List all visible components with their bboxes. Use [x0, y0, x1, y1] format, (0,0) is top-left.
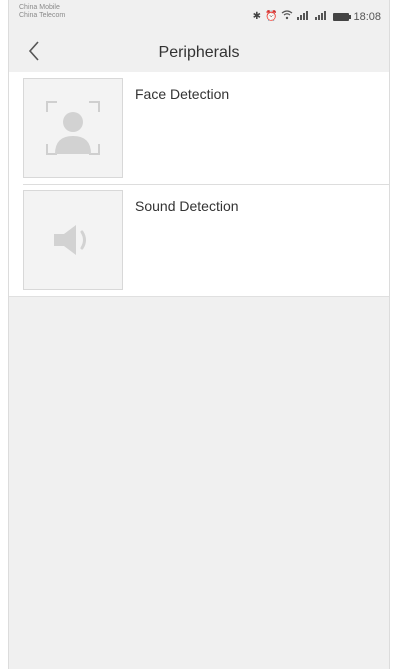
signal-icon-1: [297, 10, 311, 23]
list-item-face-detection[interactable]: Face Detection: [9, 72, 389, 184]
status-bar: China Mobile China Telecom ✱ ⏰ 18:08: [9, 0, 389, 34]
wifi-icon: [281, 10, 293, 23]
list-item-sound-detection[interactable]: Sound Detection: [9, 184, 389, 296]
face-detection-icon: [23, 78, 123, 178]
battery-icon: [333, 12, 352, 21]
sound-detection-label: Sound Detection: [135, 198, 239, 214]
face-detection-label: Face Detection: [135, 86, 230, 102]
carrier-2: China Telecom: [19, 12, 66, 19]
carrier-info: China Mobile China Telecom: [19, 4, 65, 20]
peripherals-list: Face Detection Sound Detection: [9, 72, 389, 297]
phone-screen: China Mobile China Telecom ✱ ⏰ 18:08 Per…: [8, 0, 390, 669]
bluetooth-icon: ✱: [252, 11, 262, 22]
status-icons: ✱ ⏰ 18:08: [253, 10, 381, 23]
speaker-icon: [23, 190, 123, 290]
carrier-1: China Mobile: [19, 4, 60, 11]
nav-bar: Peripherals: [9, 34, 389, 72]
alarm-icon: ⏰: [265, 11, 278, 22]
signal-icon-2: [315, 10, 329, 23]
status-time: 18:08: [353, 10, 381, 23]
page-title: Peripherals: [158, 44, 240, 61]
